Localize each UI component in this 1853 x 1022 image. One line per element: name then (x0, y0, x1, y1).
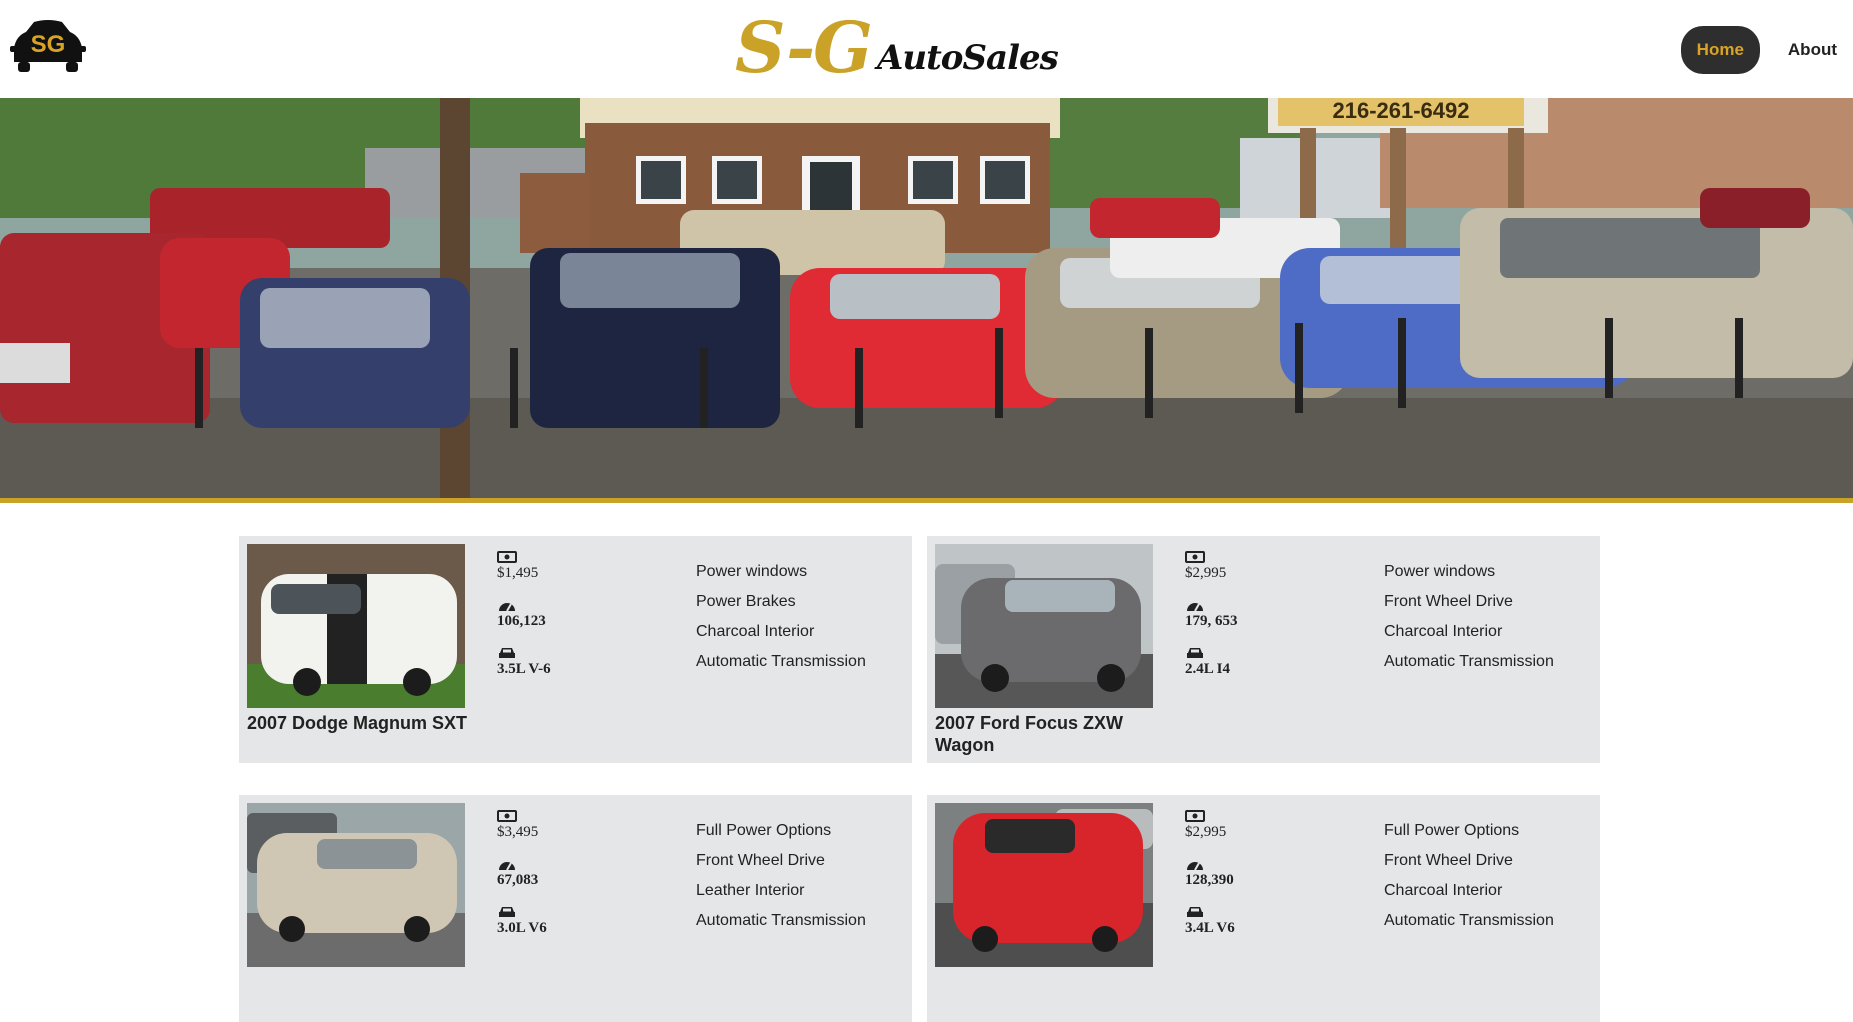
hero-lot-photo: 216-261-6492 (0, 98, 1853, 498)
listing-card[interactable]: $3,495 67,083 3.0L V6 Full Power Options… (239, 795, 912, 1022)
engine-value: 3.4L V6 (1185, 920, 1235, 936)
feature-item: Power windows (1384, 563, 1496, 580)
car-photo[interactable] (247, 544, 465, 708)
engine-spec: 3.5L V-6 (497, 646, 667, 694)
car-icon (1187, 648, 1203, 658)
brand-main: S-G (735, 6, 873, 89)
logo-car-icon[interactable]: SG (8, 18, 88, 74)
hero-divider (0, 498, 1853, 503)
engine-spec: 2.4L I4 (1185, 646, 1355, 694)
mileage-value: 128,390 (1185, 872, 1234, 888)
car-photo[interactable] (247, 803, 465, 967)
speedometer-icon (499, 603, 515, 612)
mileage-spec: 106,123 (497, 598, 667, 646)
feature-list: Power windows Front Wheel Drive Charcoal… (1384, 562, 1594, 682)
mileage-spec: 128,390 (1185, 857, 1355, 905)
mileage-spec: 67,083 (497, 857, 667, 905)
engine-spec: 3.4L V6 (1185, 905, 1355, 953)
logo-text: SG (31, 31, 66, 58)
price-spec: $2,995 (1185, 809, 1355, 857)
feature-item: Front Wheel Drive (696, 852, 825, 869)
feature-list: Power windows Power Brakes Charcoal Inte… (696, 562, 906, 682)
money-icon (1185, 551, 1205, 563)
money-icon (1185, 810, 1205, 822)
listings-grid: 2007 Dodge Magnum SXT $1,495 106,123 3.5… (239, 536, 1600, 1022)
price-spec: $2,995 (1185, 550, 1355, 598)
hero-sign-text: 216-261-6492 (1332, 98, 1469, 123)
feature-item: Power Brakes (696, 593, 796, 610)
feature-item: Charcoal Interior (696, 623, 815, 640)
car-photo[interactable] (935, 544, 1153, 708)
listing-card[interactable]: $2,995 128,390 3.4L V6 Full Power Option… (927, 795, 1600, 1022)
feature-item: Front Wheel Drive (1384, 852, 1513, 869)
speedometer-icon (1187, 603, 1203, 612)
nav-about-link[interactable]: About (1772, 26, 1853, 74)
nav-home-link[interactable]: Home (1680, 26, 1760, 74)
money-icon (497, 810, 517, 822)
engine-value: 3.0L V6 (497, 920, 547, 936)
price-spec: $1,495 (497, 550, 667, 598)
money-icon (497, 551, 517, 563)
car-photo[interactable] (935, 803, 1153, 967)
engine-value: 2.4L I4 (1185, 661, 1231, 677)
feature-item: Front Wheel Drive (1384, 593, 1513, 610)
listing-title[interactable]: 2007 Dodge Magnum SXT (247, 712, 477, 734)
listing-card[interactable]: 2007 Dodge Magnum SXT $1,495 106,123 3.5… (239, 536, 912, 763)
feature-list: Full Power Options Front Wheel Drive Cha… (1384, 821, 1594, 941)
mileage-value: 67,083 (497, 872, 539, 888)
listing-specs: $1,495 106,123 3.5L V-6 (497, 550, 667, 694)
listing-card[interactable]: 2007 Ford Focus ZXW Wagon $2,995 179, 65… (927, 536, 1600, 763)
engine-spec: 3.0L V6 (497, 905, 667, 953)
feature-item: Full Power Options (1384, 822, 1520, 839)
speedometer-icon (1187, 862, 1203, 871)
car-icon (499, 907, 515, 917)
price-value: $3,495 (497, 824, 539, 840)
listing-specs: $3,495 67,083 3.0L V6 (497, 809, 667, 953)
feature-item: Full Power Options (696, 822, 832, 839)
mileage-value: 179, 653 (1185, 613, 1238, 629)
listing-specs: $2,995 128,390 3.4L V6 (1185, 809, 1355, 953)
car-icon (1187, 907, 1203, 917)
main-nav: Home About (1680, 26, 1853, 74)
price-value: $2,995 (1185, 565, 1227, 581)
feature-item: Automatic Transmission (696, 912, 866, 929)
price-value: $1,495 (497, 565, 539, 581)
feature-item: Power windows (696, 563, 808, 580)
price-value: $2,995 (1185, 824, 1227, 840)
mileage-spec: 179, 653 (1185, 598, 1355, 646)
feature-item: Automatic Transmission (1384, 912, 1554, 929)
engine-value: 3.5L V-6 (497, 661, 551, 677)
feature-item: Charcoal Interior (1384, 882, 1503, 899)
brand-sub: AutoSales (877, 38, 1059, 78)
listing-title[interactable]: 2007 Ford Focus ZXW Wagon (935, 712, 1165, 756)
feature-item: Automatic Transmission (696, 653, 866, 670)
listing-specs: $2,995 179, 653 2.4L I4 (1185, 550, 1355, 694)
price-spec: $3,495 (497, 809, 667, 857)
site-header: SG S-G AutoSales Home About (0, 0, 1853, 98)
mileage-value: 106,123 (497, 613, 546, 629)
feature-list: Full Power Options Front Wheel Drive Lea… (696, 821, 906, 941)
feature-item: Leather Interior (696, 882, 805, 899)
speedometer-icon (499, 862, 515, 871)
feature-item: Automatic Transmission (1384, 653, 1554, 670)
car-icon (499, 648, 515, 658)
feature-item: Charcoal Interior (1384, 623, 1503, 640)
brand-wordmark[interactable]: S-G AutoSales (735, 8, 1065, 88)
